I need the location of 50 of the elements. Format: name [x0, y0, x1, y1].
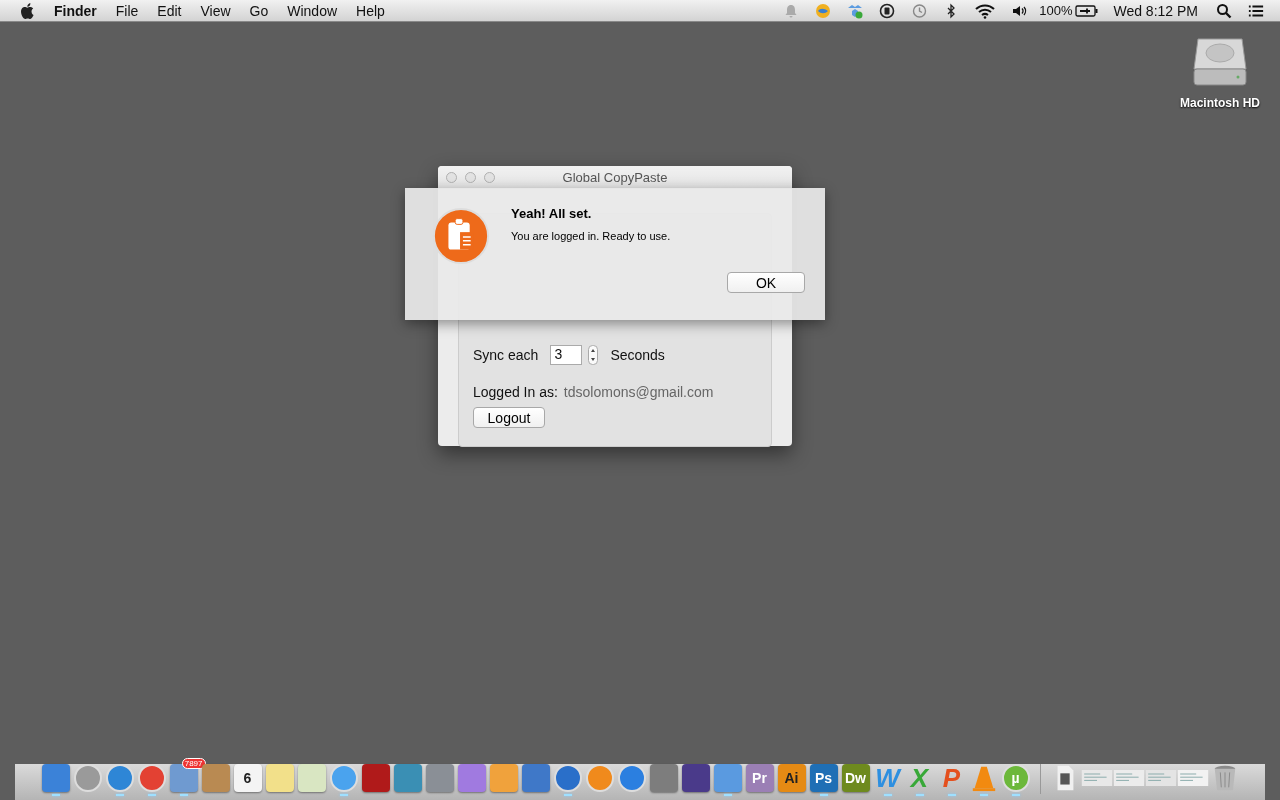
alert-title: Yeah! All set.	[511, 206, 592, 221]
unit-label: Seconds	[610, 347, 665, 363]
app-icon[interactable]	[361, 764, 390, 792]
app-icon[interactable]	[41, 764, 70, 792]
alert-message: You are logged in. Ready to use.	[511, 230, 671, 242]
menu-item[interactable]: File	[115, 2, 139, 19]
app-icon[interactable]	[105, 764, 134, 792]
app-icon[interactable]	[169, 764, 198, 792]
clock-icon[interactable]	[911, 2, 928, 19]
interval-field[interactable]: 3	[550, 345, 583, 365]
clock-text[interactable]: Wed 8:12 PM	[1113, 2, 1198, 19]
battery-icon[interactable]	[1075, 3, 1100, 18]
battery-percentage: 100%	[1039, 3, 1073, 18]
logged-in-label: Logged In as:	[473, 384, 558, 400]
desktop-icon-label[interactable]: Macintosh HD	[1180, 96, 1260, 110]
email-text: tdsolomons@gmail.com	[563, 384, 714, 400]
app-icon[interactable]	[617, 764, 646, 792]
apple-icon[interactable]	[20, 2, 34, 19]
zoom-button[interactable]	[484, 171, 495, 183]
stepper[interactable]	[588, 345, 599, 365]
search-icon[interactable]	[1216, 2, 1232, 19]
menu-item[interactable]: Help	[356, 2, 385, 19]
circle-icon[interactable]	[879, 2, 896, 19]
app-icon[interactable]	[73, 764, 102, 792]
app-icon[interactable]	[137, 764, 166, 792]
app-icon[interactable]: Ps	[809, 764, 838, 792]
list-icon[interactable]	[1248, 2, 1264, 19]
wifi-icon[interactable]	[975, 2, 996, 19]
app-icon[interactable]: Ai	[777, 764, 806, 792]
app-icon[interactable]: Dw	[841, 764, 870, 792]
app-icon[interactable]	[649, 764, 678, 792]
globe-icon[interactable]	[815, 2, 832, 19]
close-button[interactable]	[446, 171, 457, 183]
box-icon[interactable]	[847, 2, 864, 19]
menu-item[interactable]: View	[200, 2, 231, 19]
window-title: Global CopyPaste	[561, 169, 669, 185]
app-icon[interactable]	[329, 764, 358, 792]
app-icon[interactable]	[553, 764, 582, 792]
app-icon[interactable]	[681, 764, 710, 792]
menu-item[interactable]: Go	[249, 2, 269, 19]
menu-item[interactable]: Edit	[157, 2, 182, 19]
clipboard-icon	[432, 207, 490, 265]
app-icon[interactable]: 6	[233, 764, 262, 792]
logout-button[interactable]: Logout	[473, 407, 545, 428]
menu-item[interactable]: Window	[287, 2, 338, 19]
app-menu[interactable]: Finder	[54, 2, 97, 19]
minimize-button[interactable]	[465, 171, 476, 183]
app-icon[interactable]	[521, 764, 550, 792]
sync-label: Sync each	[473, 347, 539, 363]
ok-button[interactable]: OK	[727, 272, 805, 293]
